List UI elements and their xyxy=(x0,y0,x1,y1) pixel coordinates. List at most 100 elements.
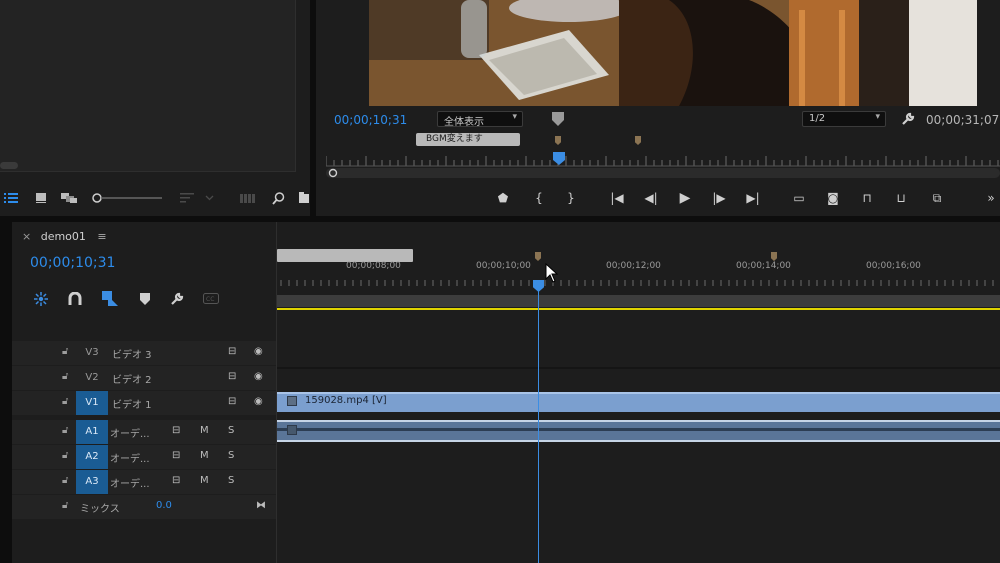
solo-button[interactable]: S xyxy=(228,425,234,436)
freeform-view-icon[interactable] xyxy=(60,192,78,204)
timeline-tools: CC xyxy=(30,290,270,310)
extract-icon[interactable]: ⊔ xyxy=(892,190,910,206)
sync-lock-icon[interactable]: ⊟ xyxy=(228,396,236,407)
sync-lock-icon[interactable]: ⊟ xyxy=(172,450,180,461)
project-item-list[interactable] xyxy=(0,0,296,172)
eye-icon[interactable]: ◉ xyxy=(254,346,263,357)
fit-dropdown[interactable]: 全体表示 ▾ xyxy=(437,111,523,128)
video-clip[interactable]: 159028.mp4 [V] xyxy=(277,392,1000,412)
lock-icon[interactable]: 🔓︎ xyxy=(62,450,68,461)
lock-icon[interactable]: 🔓︎ xyxy=(62,396,68,407)
search-icon[interactable] xyxy=(272,192,285,205)
playhead-line[interactable] xyxy=(538,280,539,563)
mute-button[interactable]: M xyxy=(200,450,209,461)
fx-badge-icon xyxy=(287,425,297,435)
lock-icon[interactable]: 🔓︎ xyxy=(62,425,68,436)
track-id-v1[interactable]: V1 xyxy=(76,391,108,415)
monitor-playhead-marker-icon[interactable] xyxy=(552,112,564,126)
mute-button[interactable]: M xyxy=(200,425,209,436)
mix-value[interactable]: 0.0 xyxy=(156,500,172,511)
sync-lock-icon[interactable]: ⊟ xyxy=(172,425,180,436)
sort-dropdown-icon[interactable] xyxy=(205,195,214,201)
program-time-ruler[interactable] xyxy=(326,150,1000,168)
project-horizontal-scrollbar[interactable] xyxy=(0,162,18,169)
track-content-area[interactable]: 00;00;08;00 00;00;10;00 00;00;12;00 00;0… xyxy=(276,222,1000,563)
mute-button[interactable]: M xyxy=(200,475,209,486)
mark-in-icon[interactable]: { xyxy=(530,190,548,206)
linked-selection-icon[interactable] xyxy=(102,291,118,306)
automate-to-sequence-icon[interactable] xyxy=(240,192,256,204)
work-area-bar[interactable] xyxy=(277,308,1000,310)
playhead-timecode[interactable]: 00;00;10;31 xyxy=(334,113,407,127)
snap-magnet-icon[interactable] xyxy=(68,292,82,306)
sync-lock-icon[interactable]: ⊟ xyxy=(228,371,236,382)
marker-comment-label[interactable]: BGM変えます xyxy=(416,133,520,146)
zoom-handle-icon[interactable] xyxy=(328,168,338,178)
zoom-slider[interactable] xyxy=(92,193,162,203)
close-tab-icon[interactable]: × xyxy=(22,230,31,243)
track-id-v3[interactable]: V3 xyxy=(76,341,108,365)
monitor-marker[interactable] xyxy=(635,136,641,145)
add-marker-icon[interactable] xyxy=(140,293,150,305)
icon-view-icon[interactable] xyxy=(35,192,47,204)
add-marker-icon[interactable]: ⬟ xyxy=(494,190,512,206)
solo-button[interactable]: S xyxy=(228,475,234,486)
program-zoom-scrollbar[interactable] xyxy=(326,168,1000,178)
more-buttons-icon[interactable]: » xyxy=(982,190,1000,206)
eye-icon[interactable]: ◉ xyxy=(254,371,263,382)
track-id-a3[interactable]: A3 xyxy=(76,470,108,494)
sequence-timecode[interactable]: 00;00;10;31 xyxy=(30,255,115,271)
safe-margins-icon[interactable]: ▭ xyxy=(790,190,808,206)
step-forward-icon[interactable]: |▶ xyxy=(710,190,728,206)
panel-menu-icon[interactable]: ≡ xyxy=(97,230,106,243)
ruler-label: 00;00;12;00 xyxy=(606,261,661,271)
program-playhead-icon[interactable] xyxy=(553,152,565,165)
program-video-frame xyxy=(369,0,977,106)
export-frame-icon[interactable]: ◙ xyxy=(824,190,842,206)
transport-controls: ⬟ { } |◀ ◀| ▶ |▶ ▶| ▭ ◙ ⊓ ⊔ ⧉ » xyxy=(316,184,1000,212)
comparison-view-icon[interactable]: ⧉ xyxy=(928,190,946,206)
audio-clip[interactable] xyxy=(277,420,1000,442)
project-toolbar xyxy=(0,186,310,210)
track-id-a1[interactable]: A1 xyxy=(76,420,108,444)
mix-label: ミックス xyxy=(80,504,120,515)
lock-icon[interactable]: 🔓︎ xyxy=(62,371,68,382)
captions-icon[interactable]: CC xyxy=(203,293,219,304)
track-name-a2: オーデ... xyxy=(110,454,150,465)
chevron-down-icon: ▾ xyxy=(512,112,517,122)
step-back-icon[interactable]: ◀| xyxy=(642,190,660,206)
sync-lock-icon[interactable]: ⊟ xyxy=(172,475,180,486)
mark-out-icon[interactable]: } xyxy=(562,190,580,206)
lock-icon[interactable]: 🔓︎ xyxy=(62,475,68,486)
lock-icon[interactable]: 🔓︎ xyxy=(62,500,68,511)
resolution-value: 1/2 xyxy=(809,113,826,124)
lock-icon[interactable]: 🔓︎ xyxy=(62,346,68,357)
sort-icon[interactable] xyxy=(180,193,194,203)
sync-lock-icon[interactable]: ⊟ xyxy=(228,346,236,357)
new-bin-icon[interactable] xyxy=(299,192,309,204)
nest-sequences-icon[interactable] xyxy=(34,292,48,306)
track-name-v2: ビデオ 2 xyxy=(112,375,152,386)
track-head-blank xyxy=(12,309,276,339)
go-to-end-icon[interactable]: ⧓ xyxy=(256,500,266,511)
timeline-time-ruler[interactable]: 00;00;08;00 00;00;10;00 00;00;12;00 00;0… xyxy=(277,250,1000,294)
wrench-icon[interactable] xyxy=(170,292,184,306)
eye-icon[interactable]: ◉ xyxy=(254,396,263,407)
timeline-zoom-bar[interactable] xyxy=(277,295,1000,307)
go-to-out-icon[interactable]: ▶| xyxy=(744,190,762,206)
fx-badge-icon xyxy=(287,396,297,406)
play-icon[interactable]: ▶ xyxy=(676,190,694,206)
track-headers: 🔓︎ V3 ビデオ 3 ⊟ ◉ 🔓︎ V2 ビデオ 2 ⊟ ◉ 🔓︎ V1 ビデ… xyxy=(12,309,1000,563)
wrench-icon[interactable] xyxy=(901,112,915,126)
track-id-v2[interactable]: V2 xyxy=(76,366,108,390)
mouse-cursor-icon xyxy=(545,263,559,283)
solo-button[interactable]: S xyxy=(228,450,234,461)
list-view-icon[interactable] xyxy=(4,192,18,204)
lift-icon[interactable]: ⊓ xyxy=(858,190,876,206)
marker-comment-text: BGM変えます xyxy=(426,134,483,144)
sequence-tab[interactable]: × demo01 ≡ xyxy=(22,230,107,243)
track-id-a2[interactable]: A2 xyxy=(76,445,108,469)
go-to-in-icon[interactable]: |◀ xyxy=(608,190,626,206)
monitor-marker[interactable] xyxy=(555,136,561,145)
resolution-dropdown[interactable]: 1/2 ▾ xyxy=(802,111,886,127)
